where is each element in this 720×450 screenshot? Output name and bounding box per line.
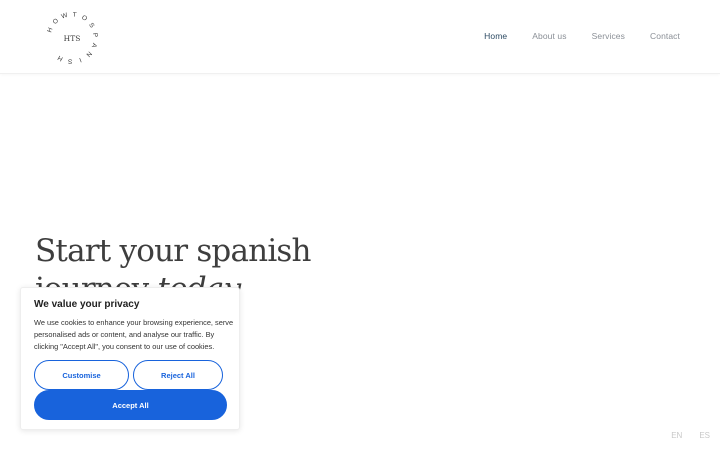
logo-ring-letter: I: [78, 56, 82, 63]
logo-ring-letter: O: [52, 17, 61, 26]
logo-monogram: HTS: [64, 34, 81, 43]
logo-ring-letter: H: [56, 54, 64, 63]
language-switcher: EN ES: [671, 431, 710, 440]
hero-title-line1: Start your spanish: [35, 233, 312, 269]
cookie-banner-title: We value your privacy: [34, 299, 140, 310]
logo-ring-letter: H: [46, 26, 54, 33]
logo-ring-letter: A: [90, 42, 98, 49]
logo-ring-letter: P: [91, 32, 98, 37]
logo-ring-letter: S: [67, 57, 73, 64]
accept-all-button[interactable]: Accept All: [34, 390, 227, 420]
cookie-banner: We value your privacy We use cookies to …: [20, 287, 240, 430]
site-header: HOWTOSPANISH HTS Home About us Services …: [0, 0, 720, 74]
logo-ring: HOW T OSPANISH HTS: [46, 11, 98, 64]
logo-ring-letter: W: [60, 12, 69, 21]
logo-ring-letter: N: [84, 50, 93, 58]
logo-ring-letter: T: [72, 11, 77, 18]
nav-services[interactable]: Services: [592, 31, 625, 41]
customise-button[interactable]: Customise: [34, 360, 129, 390]
reject-all-button[interactable]: Reject All: [133, 360, 223, 390]
language-es[interactable]: ES: [699, 431, 710, 440]
cookie-banner-text: We use cookies to enhance your browsing …: [34, 318, 234, 351]
main-nav: Home About us Services Contact: [484, 31, 680, 41]
nav-about-us[interactable]: About us: [532, 31, 566, 41]
site-logo[interactable]: HOWTOSPANISH HTS: [44, 8, 104, 68]
nav-home[interactable]: Home: [484, 31, 507, 41]
nav-contact[interactable]: Contact: [650, 31, 680, 41]
logo-ring-letter: S: [87, 22, 96, 30]
language-en[interactable]: EN: [671, 431, 682, 440]
logo-ring-letter: O: [80, 14, 88, 23]
